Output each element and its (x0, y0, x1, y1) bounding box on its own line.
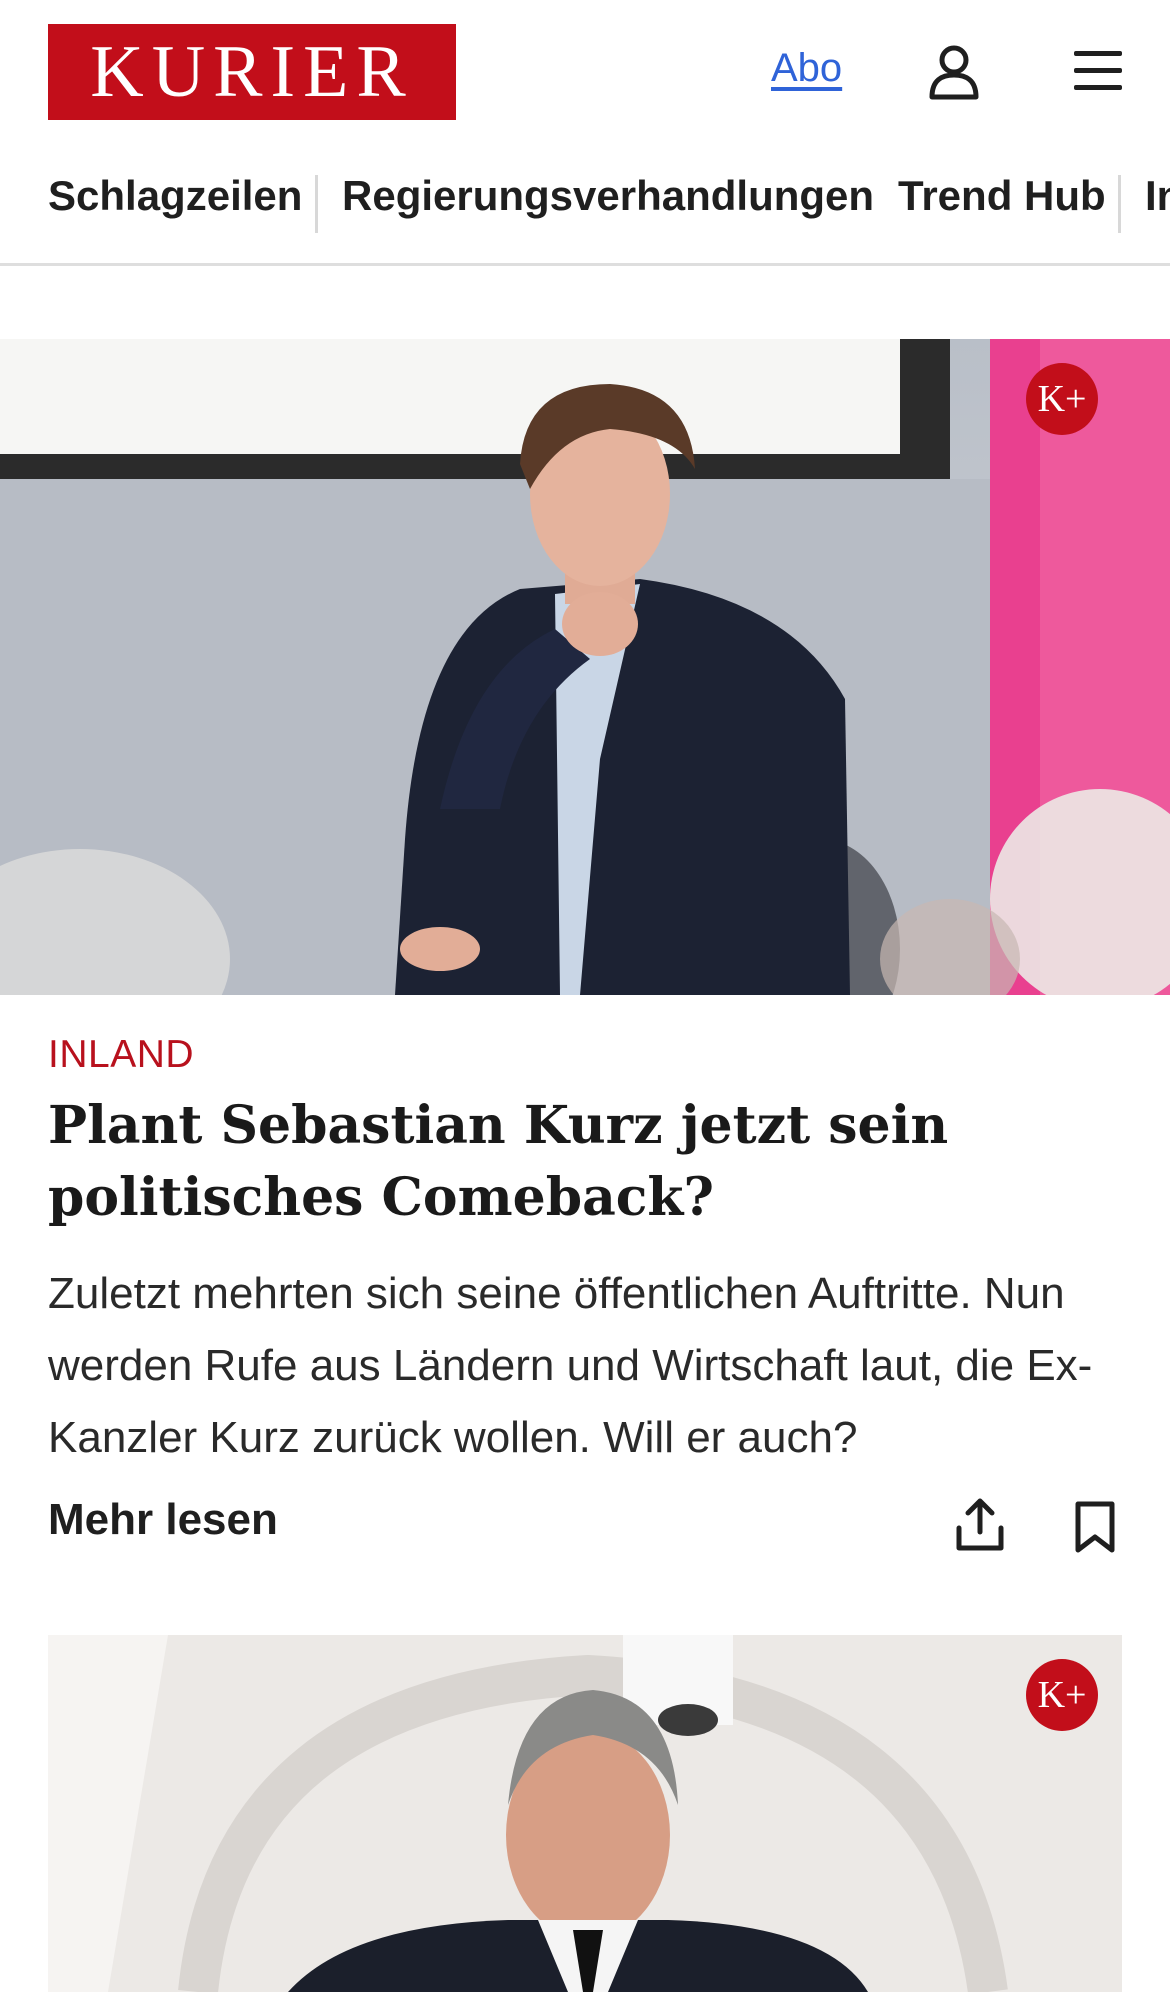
article-image[interactable]: K+ (48, 1635, 1122, 1992)
nav-item-inland[interactable]: In (1145, 175, 1170, 217)
nav-item-schlagzeilen[interactable]: Schlagzeilen (48, 175, 302, 217)
article-teaser[interactable]: Zuletzt mehrten sich seine öffentlichen … (48, 1258, 1128, 1474)
nav-item-trend-hub[interactable]: Trend Hub (898, 175, 1106, 217)
bookmark-icon[interactable] (1074, 1500, 1116, 1554)
article-kicker[interactable]: INLAND (48, 1033, 194, 1077)
header: KURIER Abo (0, 0, 1170, 145)
menu-icon[interactable] (1072, 48, 1124, 94)
article-headline[interactable]: Plant Sebastian Kurz jetzt sein politisc… (48, 1090, 1128, 1234)
k-plus-badge: K+ (1026, 1659, 1098, 1731)
abo-link[interactable]: Abo (771, 46, 842, 91)
kurier-logo[interactable]: KURIER (48, 24, 456, 120)
section-nav: Schlagzeilen Regierungsverhandlungen Tre… (0, 165, 1170, 266)
nav-separator (1118, 175, 1121, 233)
read-more-link[interactable]: Mehr lesen (48, 1495, 278, 1545)
share-icon[interactable] (955, 1498, 1005, 1552)
article-image[interactable]: K+ (0, 339, 1170, 995)
k-plus-badge: K+ (1026, 363, 1098, 435)
nav-item-regierungsverhandlungen[interactable]: Regierungsverhandlungen (342, 175, 874, 217)
user-icon[interactable] (928, 44, 980, 100)
nav-separator (315, 175, 318, 233)
